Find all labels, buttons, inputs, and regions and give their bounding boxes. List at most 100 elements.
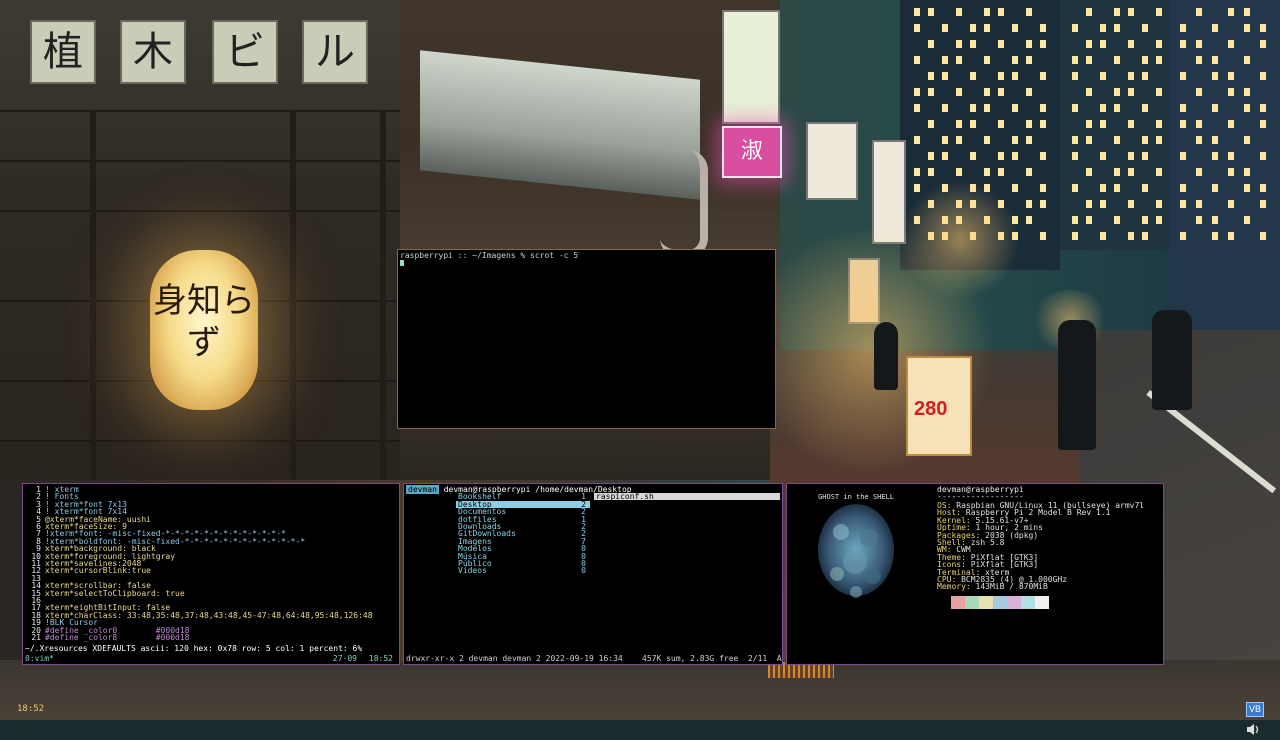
ranger-preview-file[interactable]: raspiconf.sh [594, 492, 780, 501]
wallpaper-window-light [1196, 200, 1202, 208]
wallpaper-window-light [928, 168, 934, 176]
wallpaper-window-light [956, 136, 962, 144]
wallpaper-window-light [1142, 184, 1148, 192]
wallpaper-window-light [1142, 232, 1148, 240]
vim-line[interactable]: 21 #define _color8 #000d18 [25, 633, 190, 642]
wallpaper-beam [0, 210, 400, 212]
wallpaper-window-light [1156, 120, 1162, 128]
tmux-time: 18:52 [368, 654, 393, 663]
wallpaper-window-light [1086, 200, 1092, 208]
wallpaper-window-light [942, 56, 948, 64]
wallpaper-window-light [1128, 40, 1134, 48]
vim-line[interactable]: 15 xterm*selectToClipboard: true [25, 589, 184, 597]
wallpaper-sign: ル [302, 20, 368, 84]
tmux-window-name[interactable]: 0:vim* [25, 654, 54, 663]
wallpaper-window-light [1114, 24, 1120, 32]
text-cursor [400, 260, 404, 266]
ranger-parent-dir[interactable]: devman [406, 485, 439, 494]
ranger-dir-item[interactable]: Vídeos 0 [456, 567, 590, 575]
wallpaper-sign: 木 [120, 20, 186, 84]
wallpaper-lantern: 身知らず [150, 250, 258, 410]
wallpaper-window-light [914, 136, 920, 144]
wallpaper-beam [0, 160, 400, 162]
wallpaper-post [290, 110, 296, 480]
wallpaper-window-light [1040, 40, 1046, 48]
wallpaper-window-light [1114, 184, 1120, 192]
wallpaper-window-light [1228, 88, 1234, 96]
wallpaper-window-light [970, 104, 976, 112]
keyboard-layout-icon[interactable]: VB [1246, 702, 1264, 717]
wallpaper-window-light [1012, 104, 1018, 112]
wallpaper-window-light [1156, 200, 1162, 208]
wallpaper-window-light [914, 56, 920, 64]
wallpaper-window-light [1156, 88, 1162, 96]
wallpaper-window-light [1180, 200, 1186, 208]
wallpaper-window-light [1260, 200, 1266, 208]
wallpaper-window-light [956, 168, 962, 176]
wallpaper-window-light [1072, 72, 1078, 80]
wallpaper-post [90, 110, 96, 480]
vim-line-text: #define _color8 #000d18 [45, 633, 190, 642]
wallpaper-window-light [1260, 120, 1266, 128]
wallpaper-window-light [1156, 168, 1162, 176]
wallpaper-pedestrian [1058, 320, 1096, 450]
wallpaper-window-light [914, 24, 920, 32]
wallpaper-window-light [1212, 232, 1218, 240]
vim-status-text: ~/.Xresources XDEFAULTS ascii: 120 hex: … [25, 644, 363, 653]
wallpaper-window-light [1212, 136, 1218, 144]
wallpaper-window-light [1196, 56, 1202, 64]
wallpaper-window-light [928, 120, 934, 128]
wallpaper-window-light [1260, 24, 1266, 32]
wallpaper-window-light [1196, 168, 1202, 176]
wallpaper-window-light [1026, 56, 1032, 64]
wallpaper-window-light [1086, 88, 1092, 96]
wallpaper-window-light [1196, 8, 1202, 16]
wallpaper-window-light [1100, 104, 1106, 112]
wallpaper-window-light [1012, 72, 1018, 80]
wallpaper-window-light [1072, 232, 1078, 240]
wallpaper-window-light [1244, 136, 1250, 144]
wallpaper-window-light [1128, 152, 1134, 160]
wallpaper-window-light [956, 8, 962, 16]
neofetch-terminal-window[interactable]: GHOST in the SHELL devman@raspberrypi --… [786, 483, 1164, 665]
wallpaper-window-light [1114, 136, 1120, 144]
wallpaper-window-light [928, 152, 934, 160]
vim-line-number: 21 [31, 633, 41, 642]
wallpaper-window-light [1156, 216, 1162, 224]
tmux-statusbar: 0:vim* 27-09 18:52 [25, 654, 397, 663]
scrot-terminal-window[interactable]: raspberrypi :: ~/Imagens % scrot -c 5 [397, 249, 776, 429]
wallpaper-window-light [970, 40, 976, 48]
wallpaper-window-light [928, 72, 934, 80]
ghost-in-the-shell-artwork [818, 504, 894, 598]
wallpaper-window-light [956, 40, 962, 48]
wallpaper-window-light [1260, 72, 1266, 80]
wallpaper-window-light [1040, 200, 1046, 208]
vim-terminal-window[interactable]: 1! xterm 2! Fonts 3! xterm*font 7x13 4! xte… [22, 483, 400, 665]
vim-statusline: ~/.Xresources XDEFAULTS ascii: 120 hex: … [23, 644, 399, 653]
wallpaper-window-light [984, 88, 990, 96]
ranger-terminal-window[interactable]: devman devman@raspberrypi /home/devman/D… [403, 483, 783, 665]
volume-icon[interactable] [1246, 721, 1260, 735]
wallpaper-window-light [1128, 8, 1134, 16]
wallpaper-window-light [970, 120, 976, 128]
wallpaper-window-light [1142, 24, 1148, 32]
wallpaper-tower [1060, 0, 1170, 250]
wallpaper-window-light [1072, 152, 1078, 160]
wallpaper-window-light [956, 120, 962, 128]
wallpaper-window-light [984, 24, 990, 32]
wallpaper-window-light [1072, 136, 1078, 144]
wallpaper-window-light [998, 152, 1004, 160]
vim-line[interactable]: 12 xterm*cursorBlink:true [25, 567, 151, 575]
wallpaper-window-light [1142, 72, 1148, 80]
wallpaper-window-light [942, 104, 948, 112]
wallpaper-sign: 植 [30, 20, 96, 84]
wallpaper-window-light [1244, 24, 1250, 32]
wallpaper-sign [806, 122, 858, 200]
wallpaper-window-light [1012, 184, 1018, 192]
wallpaper-window-light [928, 40, 934, 48]
wallpaper-window-light [1026, 8, 1032, 16]
ranger-preview-filename: raspiconf.sh [596, 492, 654, 501]
wallpaper-window-light [1156, 136, 1162, 144]
wallpaper-window-light [1180, 104, 1186, 112]
wallpaper-window-light [1156, 56, 1162, 64]
